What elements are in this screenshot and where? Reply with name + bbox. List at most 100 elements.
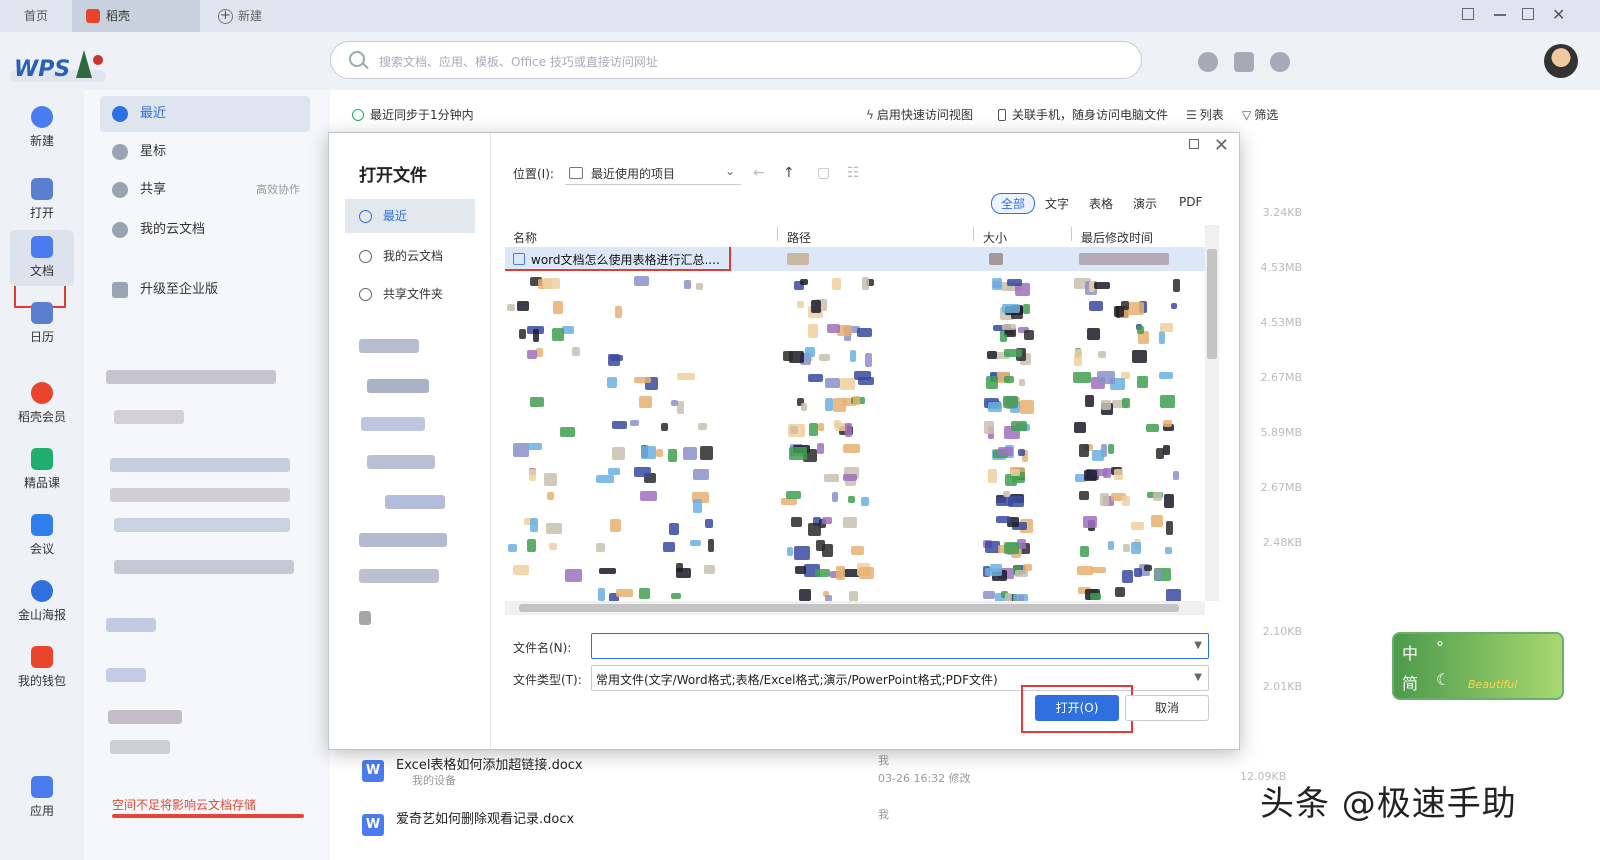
- scroll-thumb[interactable]: [519, 604, 1179, 612]
- rail-docer-label: 稻壳会员: [17, 410, 66, 424]
- new-folder-icon[interactable]: ▢: [817, 165, 830, 181]
- phone-link-button[interactable]: 关联手机，随身访问电脑文件: [998, 106, 1168, 123]
- gear-icon[interactable]: [1270, 52, 1290, 72]
- filter-pdf[interactable]: PDF: [1179, 195, 1202, 209]
- ime-widget[interactable]: 中 ° 简 ☾ Beautiful: [1392, 632, 1564, 700]
- window-layout-icon[interactable]: [1462, 8, 1474, 20]
- blurred-cell: [1002, 491, 1011, 498]
- filename-input[interactable]: ▼: [591, 633, 1209, 659]
- side-item-upgrade[interactable]: 升级至企业版: [100, 272, 310, 308]
- blurred-cell: [1132, 350, 1147, 363]
- shirt-icon[interactable]: [1234, 52, 1254, 72]
- blurred-cell: [1098, 350, 1106, 358]
- file-size: 2.01KB: [1262, 680, 1302, 693]
- view-menu-icon[interactable]: ☷: [847, 165, 860, 181]
- blurred-cell: [800, 402, 808, 412]
- blurred-cell: [844, 422, 853, 437]
- rail-docer[interactable]: 稻壳会员: [10, 376, 74, 432]
- ime-chinese-mode[interactable]: 中: [1402, 640, 1418, 664]
- blurred-cell: [857, 327, 872, 337]
- rail-wallet-label: 我的钱包: [17, 674, 66, 688]
- restore-icon[interactable]: [1522, 8, 1534, 20]
- list-view-button[interactable]: ☰ 列表: [1186, 106, 1224, 123]
- building-icon: [112, 282, 128, 298]
- filter-all[interactable]: 全部: [991, 193, 1036, 214]
- file-row[interactable]: W Excel表格如何添加超链接.docx 我的设备 我 03-26 16:32…: [360, 752, 1290, 802]
- tab-new[interactable]: + 新建: [212, 0, 262, 32]
- blurred-cell: [851, 545, 865, 556]
- minimize-icon[interactable]: [1494, 14, 1506, 16]
- blurred-cell: [527, 350, 538, 359]
- rail-course[interactable]: 精品课: [10, 442, 74, 498]
- back-arrow-icon[interactable]: ←: [753, 165, 765, 181]
- blurred-cell: [543, 278, 561, 289]
- filter-table[interactable]: 表格: [1089, 195, 1113, 212]
- dialog-nav-shared[interactable]: 共享文件夹: [345, 277, 475, 311]
- dialog-nav-recent[interactable]: 最近: [345, 199, 475, 233]
- rail-meeting[interactable]: 会议: [10, 508, 74, 564]
- side-item-cloud[interactable]: 我的云文档: [100, 212, 310, 248]
- column-path[interactable]: 路径: [787, 229, 811, 246]
- filter-text[interactable]: 文字: [1045, 195, 1069, 212]
- dialog-nav-recent-label: 最近: [383, 209, 408, 223]
- rail-wallet[interactable]: 我的钱包: [10, 640, 74, 696]
- cancel-button[interactable]: 取消: [1125, 695, 1209, 721]
- rail-new[interactable]: 新建: [10, 100, 74, 156]
- dialog-nav-cloud[interactable]: 我的云文档: [345, 239, 475, 273]
- column-modified[interactable]: 最后修改时间: [1081, 229, 1153, 246]
- blurred-cell: [1123, 544, 1131, 553]
- rail-apps[interactable]: 应用: [10, 770, 74, 826]
- blurred-cell: [707, 539, 714, 552]
- blurred-cell: [1094, 281, 1111, 289]
- blurred-cell: [1018, 378, 1026, 386]
- blurred-cell: [983, 591, 995, 600]
- search-bar[interactable]: 搜索文档、应用、模板、Office 技巧或直接访问网址: [330, 41, 1142, 79]
- column-name[interactable]: 名称: [513, 229, 537, 246]
- location-select[interactable]: 最近使用的项目 ⌄: [565, 161, 741, 185]
- quick-view-button[interactable]: ϟ 启用快速访问视图: [866, 106, 973, 123]
- headset-icon[interactable]: [1198, 52, 1218, 72]
- chevron-down-icon[interactable]: ▼: [1194, 640, 1202, 651]
- side-item-star[interactable]: 星标: [100, 134, 310, 170]
- scroll-thumb[interactable]: [1207, 249, 1217, 359]
- column-divider[interactable]: [973, 227, 974, 241]
- blurred-cell: [995, 496, 1014, 506]
- ime-simplified-mode[interactable]: 简: [1402, 670, 1418, 694]
- avatar[interactable]: [1544, 44, 1578, 78]
- filter-button[interactable]: ▽ 筛选: [1242, 106, 1278, 123]
- blurred-cell: [1150, 515, 1163, 528]
- blurred-cell: [822, 517, 832, 525]
- column-divider[interactable]: [777, 227, 778, 241]
- rail-poster[interactable]: 金山海报: [10, 574, 74, 630]
- column-size[interactable]: 大小: [983, 229, 1007, 246]
- chevron-down-icon[interactable]: ▼: [1194, 672, 1202, 683]
- blurred-cell: [1122, 496, 1130, 507]
- blurred-cell: [512, 565, 530, 575]
- vertical-scrollbar[interactable]: [1205, 225, 1219, 601]
- blurred-cell: [1143, 564, 1152, 571]
- side-item-recent[interactable]: 最近: [100, 96, 310, 132]
- column-divider[interactable]: [1071, 227, 1072, 241]
- tab-home[interactable]: 首页: [0, 0, 72, 32]
- tab-docer[interactable]: 稻壳: [72, 0, 200, 32]
- ime-punctuation-icon[interactable]: °: [1436, 638, 1444, 657]
- blurred-cell: [1001, 323, 1016, 330]
- horizontal-scrollbar[interactable]: [505, 601, 1205, 615]
- blurred-cell: [984, 567, 1002, 577]
- maximize-icon[interactable]: [1189, 139, 1199, 149]
- storage-warning[interactable]: 空间不足将影响云文档存储: [112, 796, 256, 813]
- close-window-icon[interactable]: ✕: [1552, 5, 1565, 24]
- blurred-cell: [1004, 348, 1023, 357]
- up-arrow-icon[interactable]: ↑: [783, 165, 795, 181]
- rail-calendar[interactable]: 日历: [10, 296, 74, 352]
- rail-docs[interactable]: 文档: [10, 230, 74, 286]
- filter-present[interactable]: 演示: [1133, 195, 1157, 212]
- blurred-cell: [1159, 371, 1174, 380]
- blurred-cell: [997, 447, 1014, 457]
- moon-icon[interactable]: ☾: [1436, 670, 1450, 689]
- side-item-share[interactable]: 共享 高效协作: [100, 172, 310, 208]
- blurred-cell: [817, 423, 824, 432]
- close-icon[interactable]: ✕: [1214, 135, 1229, 156]
- file-row[interactable]: W 爱奇艺如何删除观看记录.docx 我: [360, 806, 1290, 856]
- rail-open[interactable]: 打开: [10, 172, 74, 228]
